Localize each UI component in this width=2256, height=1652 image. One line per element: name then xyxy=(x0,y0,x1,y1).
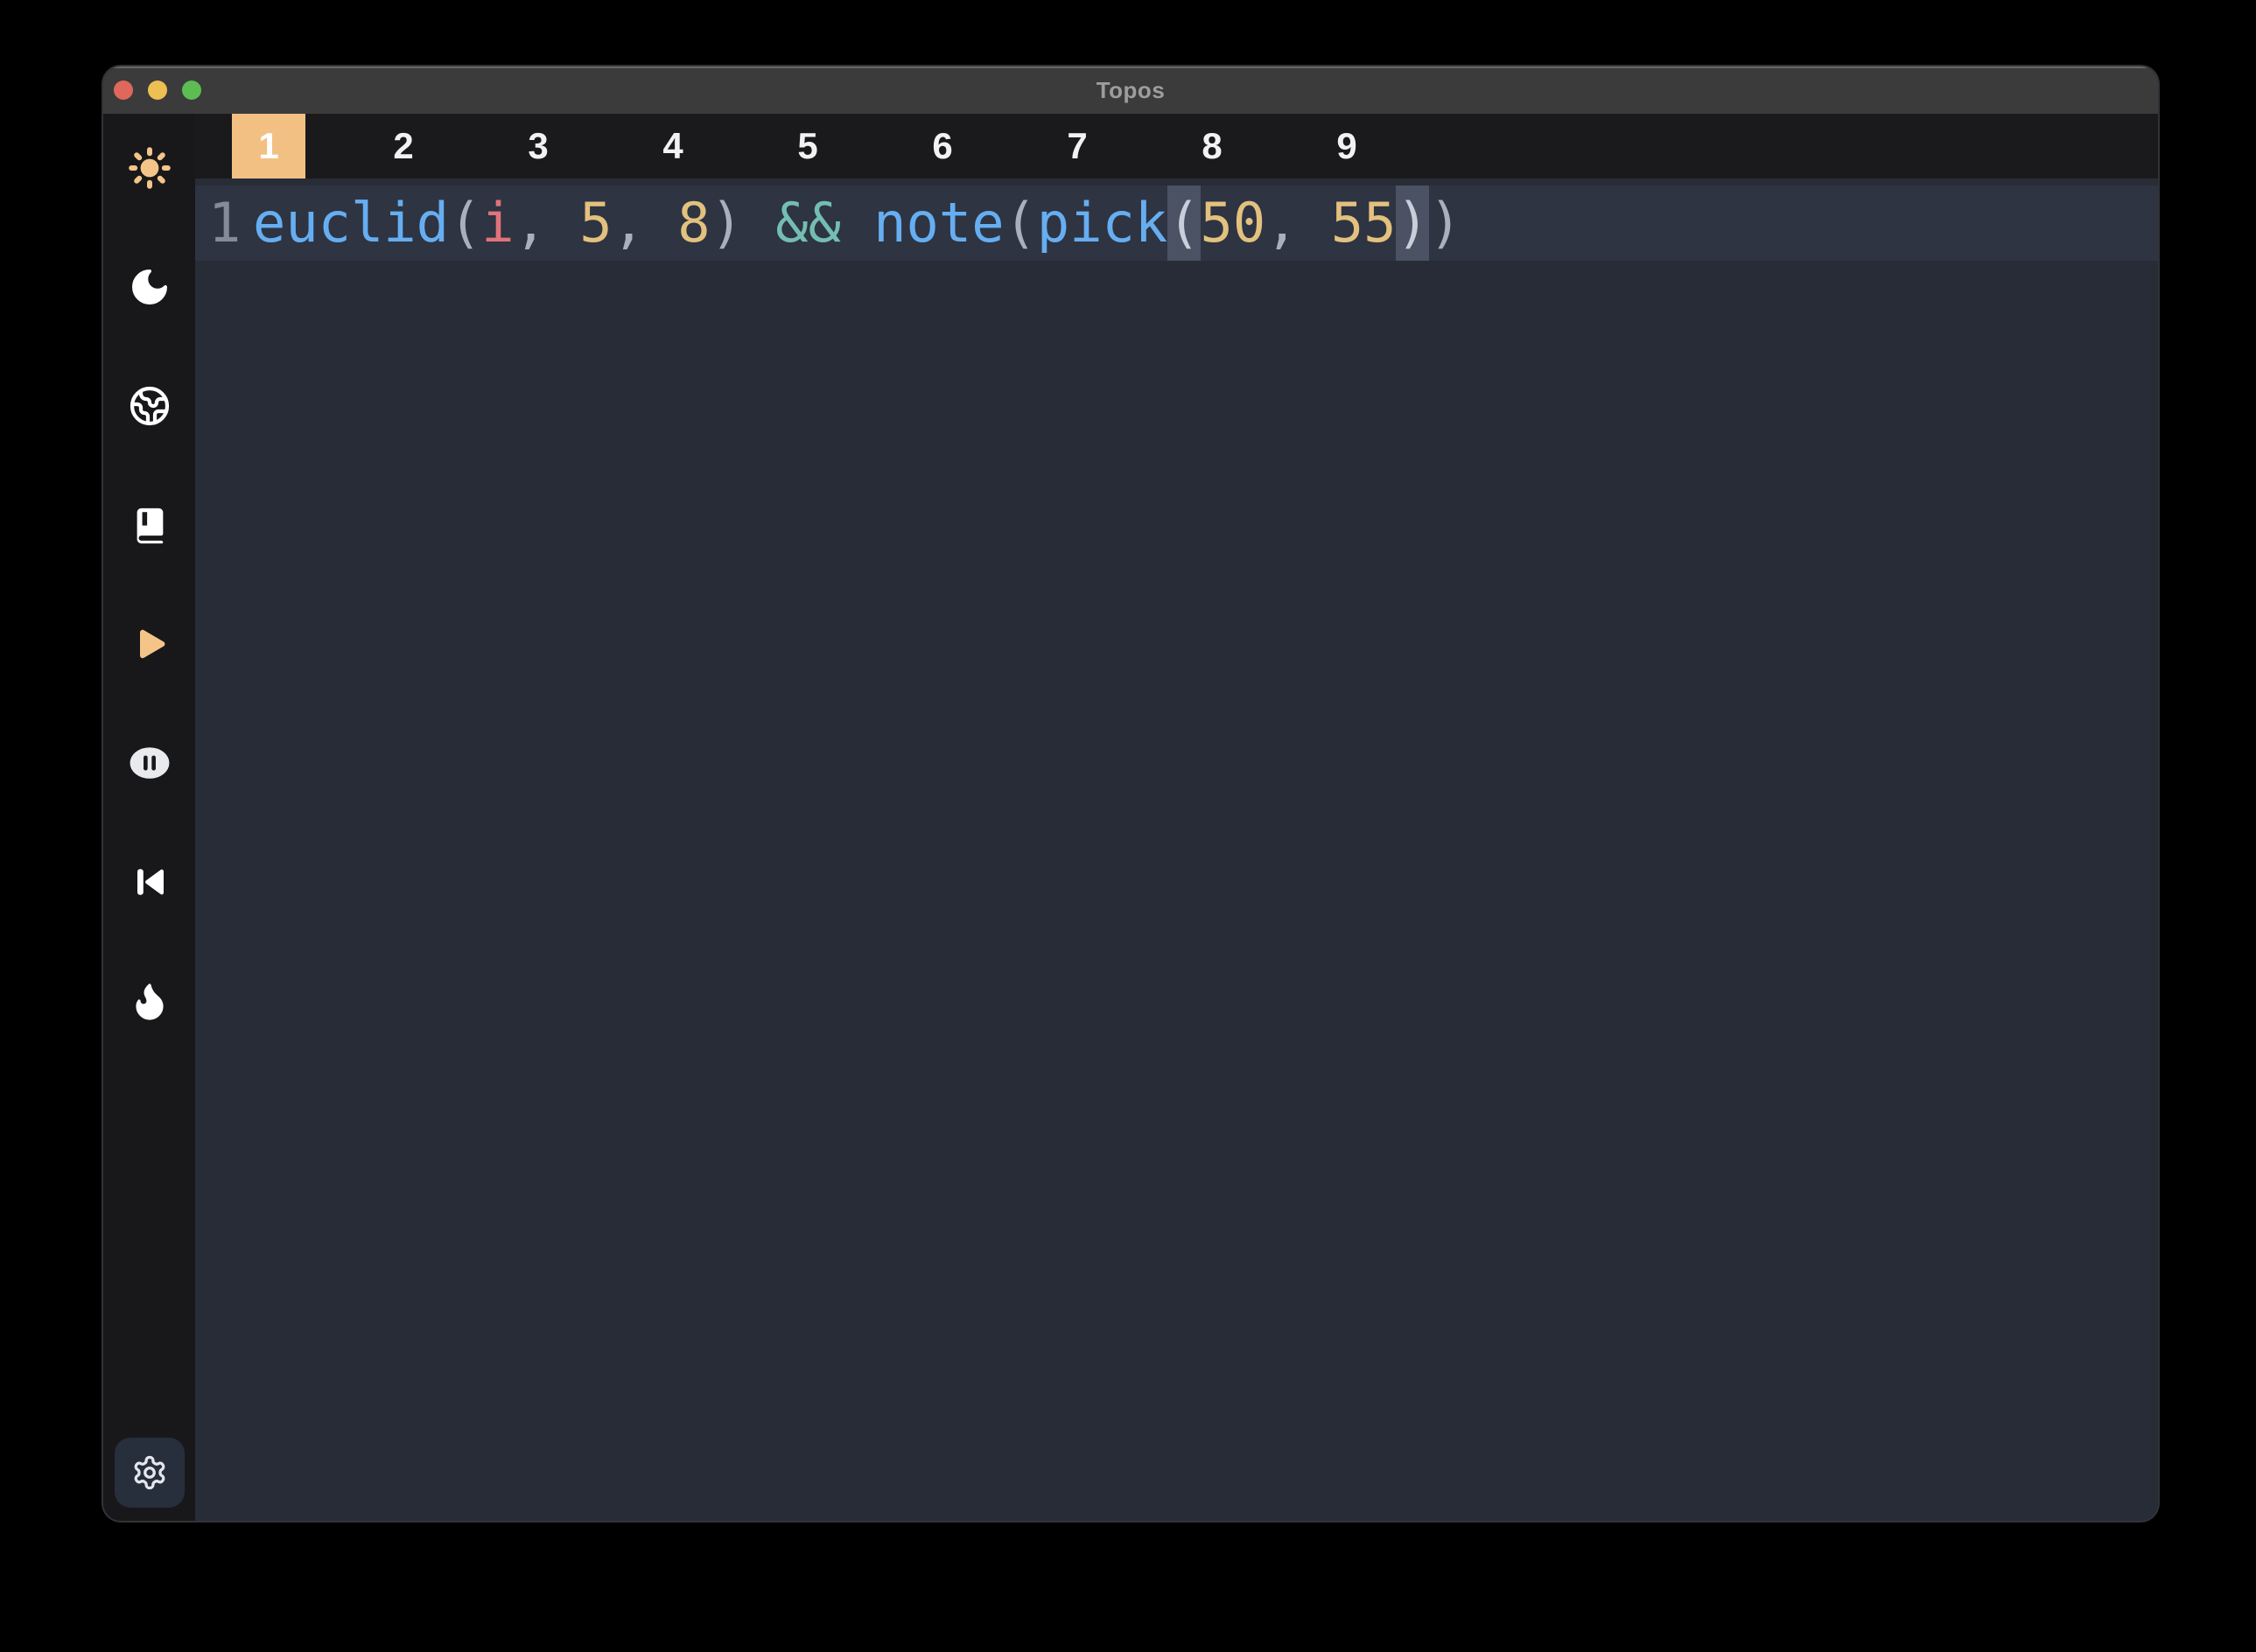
tab-2[interactable]: 2 xyxy=(367,114,440,178)
tab-7[interactable]: 7 xyxy=(1040,114,1114,178)
token-bracket-highlight: ( xyxy=(1167,186,1200,261)
token-number: 8 xyxy=(677,191,710,255)
book-icon xyxy=(130,503,170,547)
tab-4[interactable]: 4 xyxy=(636,114,710,178)
token-punctuation: ( xyxy=(449,191,481,255)
close-button[interactable] xyxy=(114,80,133,100)
tab-3[interactable]: 3 xyxy=(501,114,575,178)
globe-icon xyxy=(129,385,171,427)
token-function: note xyxy=(873,191,1004,255)
globe-button[interactable] xyxy=(129,385,171,427)
sun-icon xyxy=(129,145,171,191)
docs-button[interactable] xyxy=(129,504,171,546)
token-punctuation: , xyxy=(515,191,580,255)
skip-back-button[interactable] xyxy=(129,861,171,903)
code-editor[interactable]: 1 euclid(i, 5, 8) && note(pick(50, 55)) xyxy=(195,178,2158,1521)
desktop-background: Topos xyxy=(0,0,2256,1652)
skip-back-icon xyxy=(129,860,171,904)
sidebar xyxy=(103,114,195,1521)
code-text: euclid(i, 5, 8) && note(pick(50, 55)) xyxy=(253,186,1461,261)
token-operator: && xyxy=(775,191,873,255)
dark-theme-button[interactable] xyxy=(129,266,171,308)
window-title: Topos xyxy=(103,77,2158,104)
pause-icon xyxy=(129,741,171,785)
moon-icon xyxy=(129,266,171,308)
flame-button[interactable] xyxy=(129,980,171,1022)
gear-icon xyxy=(131,1454,168,1491)
token-variable: i xyxy=(481,191,514,255)
token-number: 55 xyxy=(1331,191,1397,255)
flame-icon xyxy=(129,980,171,1022)
run-button[interactable] xyxy=(129,623,171,665)
token-punctuation: , xyxy=(613,191,678,255)
token-punctuation: ) xyxy=(711,191,776,255)
tab-bar: 1 2 3 4 5 6 7 8 9 xyxy=(195,114,2158,178)
token-number: 50 xyxy=(1201,191,1266,255)
traffic-lights xyxy=(103,80,201,100)
content-area: 1 2 3 4 5 6 7 8 9 1 euclid(i, 5, 8) && n… xyxy=(195,114,2158,1521)
tab-5[interactable]: 5 xyxy=(771,114,844,178)
settings-button[interactable] xyxy=(115,1438,185,1508)
tab-8[interactable]: 8 xyxy=(1175,114,1249,178)
token-number: 5 xyxy=(579,191,612,255)
zoom-button[interactable] xyxy=(182,80,201,100)
token-function: euclid xyxy=(253,191,449,255)
tab-9[interactable]: 9 xyxy=(1310,114,1384,178)
play-icon xyxy=(129,620,171,668)
token-bracket-highlight: ) xyxy=(1396,186,1428,261)
token-punctuation: , xyxy=(1265,191,1331,255)
tab-1[interactable]: 1 xyxy=(232,114,305,178)
token-punctuation: ) xyxy=(1429,191,1461,255)
token-function: pick xyxy=(1037,191,1167,255)
line-number: 1 xyxy=(208,186,241,261)
tab-6[interactable]: 6 xyxy=(906,114,979,178)
titlebar: Topos xyxy=(103,66,2158,114)
minimize-button[interactable] xyxy=(148,80,167,100)
pause-button[interactable] xyxy=(129,742,171,784)
code-line: 1 euclid(i, 5, 8) && note(pick(50, 55)) xyxy=(195,186,2158,261)
main-area: 1 2 3 4 5 6 7 8 9 1 euclid(i, 5, 8) && n… xyxy=(103,114,2158,1521)
token-punctuation: ( xyxy=(1005,191,1037,255)
app-window: Topos xyxy=(103,66,2158,1521)
light-theme-button[interactable] xyxy=(129,147,171,189)
